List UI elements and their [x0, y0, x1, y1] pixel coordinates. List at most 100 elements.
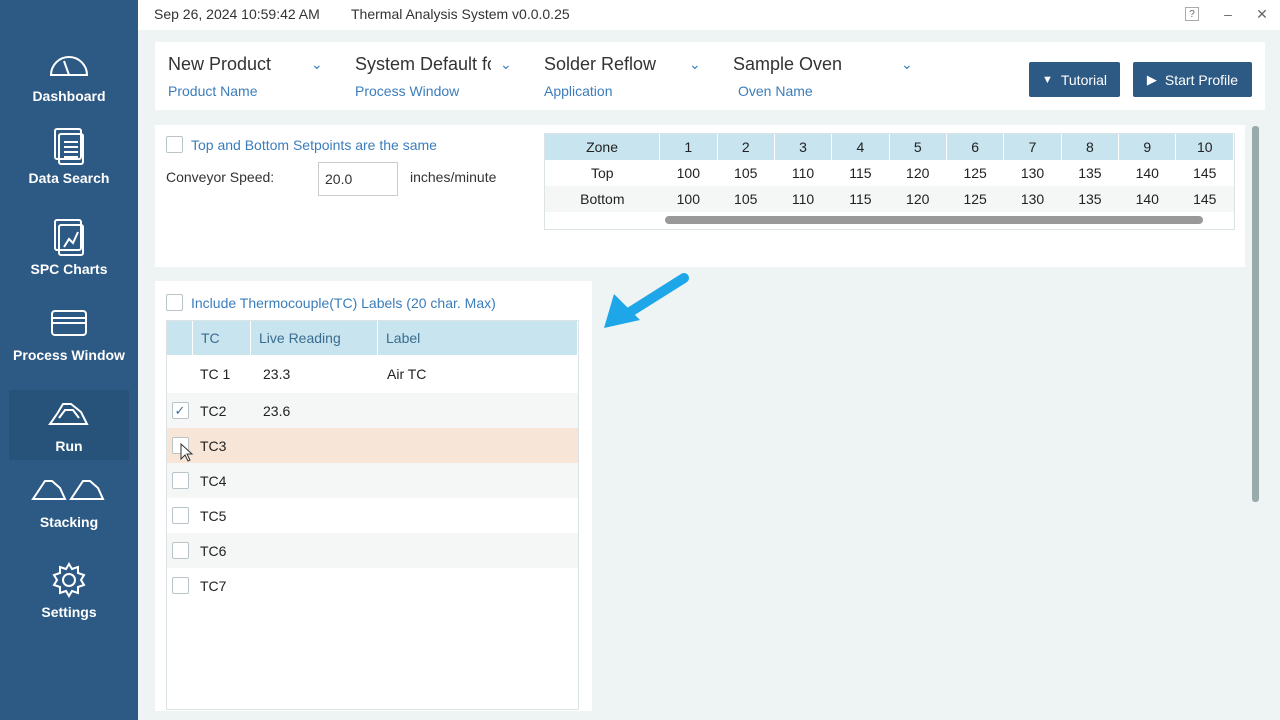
zone-cell[interactable]: 130 — [1003, 186, 1062, 212]
zone-header-cell: 9 — [1118, 134, 1177, 160]
application-dropdown[interactable]: Solder Reflow Application ⌄ — [544, 54, 704, 99]
sidebar-item-label: Settings — [41, 604, 97, 620]
zone-cell[interactable]: 135 — [1061, 186, 1119, 212]
chevron-down-icon: ⌄ — [500, 56, 512, 72]
zone-cell[interactable]: 140 — [1119, 160, 1176, 186]
process-window-dropdown[interactable]: System Default fo Process Window ⌄ — [355, 54, 515, 99]
zone-cell[interactable]: 125 — [946, 186, 1004, 212]
tc-checkbox[interactable] — [171, 507, 189, 524]
documents-icon — [47, 126, 91, 166]
table-row[interactable]: TC6 — [167, 533, 578, 568]
help-button[interactable]: ? — [1182, 4, 1202, 24]
zone-cell[interactable]: 105 — [717, 160, 774, 186]
tc-name: TC5 — [200, 507, 227, 524]
close-button[interactable]: ✕ — [1252, 4, 1272, 24]
zone-cell[interactable]: 140 — [1118, 186, 1176, 212]
zone-table: Zone 1 2 3 4 5 6 7 8 9 10 Top 100 105 11… — [544, 133, 1235, 230]
chart-clipboard-icon — [47, 217, 91, 257]
tc-name: TC3 — [200, 437, 227, 454]
table-row[interactable]: TC7 — [167, 568, 578, 603]
sidebar-item-run[interactable]: Run — [9, 390, 129, 460]
zone-cell[interactable]: 110 — [774, 186, 832, 212]
zone-cell[interactable]: 120 — [889, 160, 946, 186]
annotation-arrow-icon — [604, 273, 689, 328]
zone-row-label: Bottom — [545, 186, 660, 212]
zone-cell[interactable]: 105 — [717, 186, 775, 212]
zone-cell[interactable]: 115 — [832, 160, 889, 186]
zone-cell[interactable]: 125 — [946, 160, 1003, 186]
oven-label: Oven Name — [738, 83, 813, 99]
zone-header-cell: 2 — [717, 134, 775, 160]
close-icon: ✕ — [1256, 5, 1268, 22]
zone-header-cell: 1 — [659, 134, 718, 160]
table-row[interactable]: TC4 — [167, 463, 578, 498]
sidebar-item-label: Dashboard — [32, 88, 106, 104]
conveyor-speed-unit: inches/minute — [410, 169, 497, 185]
zone-cell[interactable]: 115 — [831, 186, 890, 212]
application-label: Application — [544, 83, 613, 99]
table-row[interactable]: TC3 — [167, 428, 578, 463]
zone-row-top: Top 100 105 110 115 120 125 130 135 140 … — [545, 160, 1234, 186]
sidebar-item-label: Run — [55, 438, 83, 454]
zone-cell[interactable]: 145 — [1176, 160, 1234, 186]
sidebar-item-data-search[interactable]: Data Search — [9, 122, 129, 192]
zone-cell[interactable]: 100 — [660, 160, 717, 186]
tc-checkbox[interactable] — [171, 577, 189, 594]
include-tc-labels-label: Include Thermocouple(TC) Labels (20 char… — [191, 294, 496, 311]
table-row[interactable]: TC 1 23.3 Air TC — [167, 355, 578, 393]
tc-checkbox[interactable]: ✓ — [171, 402, 189, 419]
sidebar-item-dashboard[interactable]: Dashboard — [9, 40, 129, 110]
zone-cell[interactable]: 130 — [1004, 160, 1061, 186]
sidebar-item-label: SPC Charts — [30, 261, 108, 277]
table-row[interactable]: TC5 — [167, 498, 578, 533]
zone-header-cell: 3 — [774, 134, 833, 160]
tc-header-label: Label — [378, 321, 578, 355]
zone-cell[interactable]: 100 — [659, 186, 718, 212]
conveyor-speed-label: Conveyor Speed: — [166, 169, 275, 185]
zone-table-scrollbar[interactable] — [665, 216, 1203, 224]
tc-name: TC 1 — [200, 366, 231, 382]
zone-header-cell: 7 — [1003, 134, 1062, 160]
tc-name: TC4 — [200, 472, 227, 489]
tc-checkbox[interactable] — [171, 472, 189, 489]
include-tc-labels-option[interactable]: Include Thermocouple(TC) Labels (20 char… — [166, 294, 496, 311]
include-tc-labels-checkbox[interactable] — [166, 294, 183, 311]
same-setpoints-option[interactable]: Top and Bottom Setpoints are the same — [166, 136, 437, 153]
sidebar-item-process-window[interactable]: Process Window — [9, 299, 129, 369]
tutorial-button[interactable]: ▼ Tutorial — [1029, 62, 1120, 97]
thermocouple-panel: Include Thermocouple(TC) Labels (20 char… — [155, 281, 592, 711]
play-icon: ▶ — [1146, 71, 1157, 87]
minimize-button[interactable]: – — [1218, 4, 1238, 24]
minimize-icon: – — [1224, 6, 1232, 22]
sidebar-item-spc-charts[interactable]: SPC Charts — [9, 213, 129, 283]
oven-value: Sample Oven — [733, 54, 843, 74]
stacking-icon — [29, 470, 109, 510]
zone-header-row: Zone 1 2 3 4 5 6 7 8 9 10 — [545, 134, 1234, 160]
tc-name: TC7 — [200, 577, 227, 594]
sidebar-item-label: Stacking — [39, 514, 99, 530]
tc-reading: 23.6 — [263, 402, 291, 419]
sidebar-item-stacking[interactable]: Stacking — [9, 466, 129, 536]
product-dropdown[interactable]: New Product Product Name ⌄ — [168, 54, 328, 99]
tc-checkbox[interactable] — [171, 542, 189, 559]
product-label: Product Name — [168, 83, 258, 99]
tc-table-header: TC Live Reading Label — [167, 321, 578, 355]
same-setpoints-checkbox[interactable] — [166, 136, 183, 153]
page-scrollbar[interactable] — [1252, 126, 1259, 502]
zone-cell[interactable]: 110 — [774, 160, 831, 186]
zone-cell[interactable]: 145 — [1175, 186, 1234, 212]
oven-dropdown[interactable]: Sample Oven Oven Name ⌄ — [733, 54, 918, 99]
table-row[interactable]: ✓ TC2 23.6 — [167, 393, 578, 428]
application-value: Solder Reflow — [544, 54, 657, 74]
conveyor-speed-input[interactable]: 20.0 — [318, 162, 398, 196]
tc-reading: 23.3 — [263, 366, 291, 382]
zone-cell[interactable]: 120 — [889, 186, 947, 212]
start-profile-button[interactable]: ▶ Start Profile — [1133, 62, 1252, 97]
sidebar-item-settings[interactable]: Settings — [9, 556, 129, 626]
gauge-icon — [47, 44, 91, 84]
tc-label[interactable]: Air TC — [381, 366, 578, 382]
process-window-label: Process Window — [355, 83, 460, 99]
tc-name: TC6 — [200, 542, 227, 559]
datetime: Sep 26, 2024 10:59:42 AM — [154, 6, 320, 22]
zone-cell[interactable]: 135 — [1061, 160, 1118, 186]
